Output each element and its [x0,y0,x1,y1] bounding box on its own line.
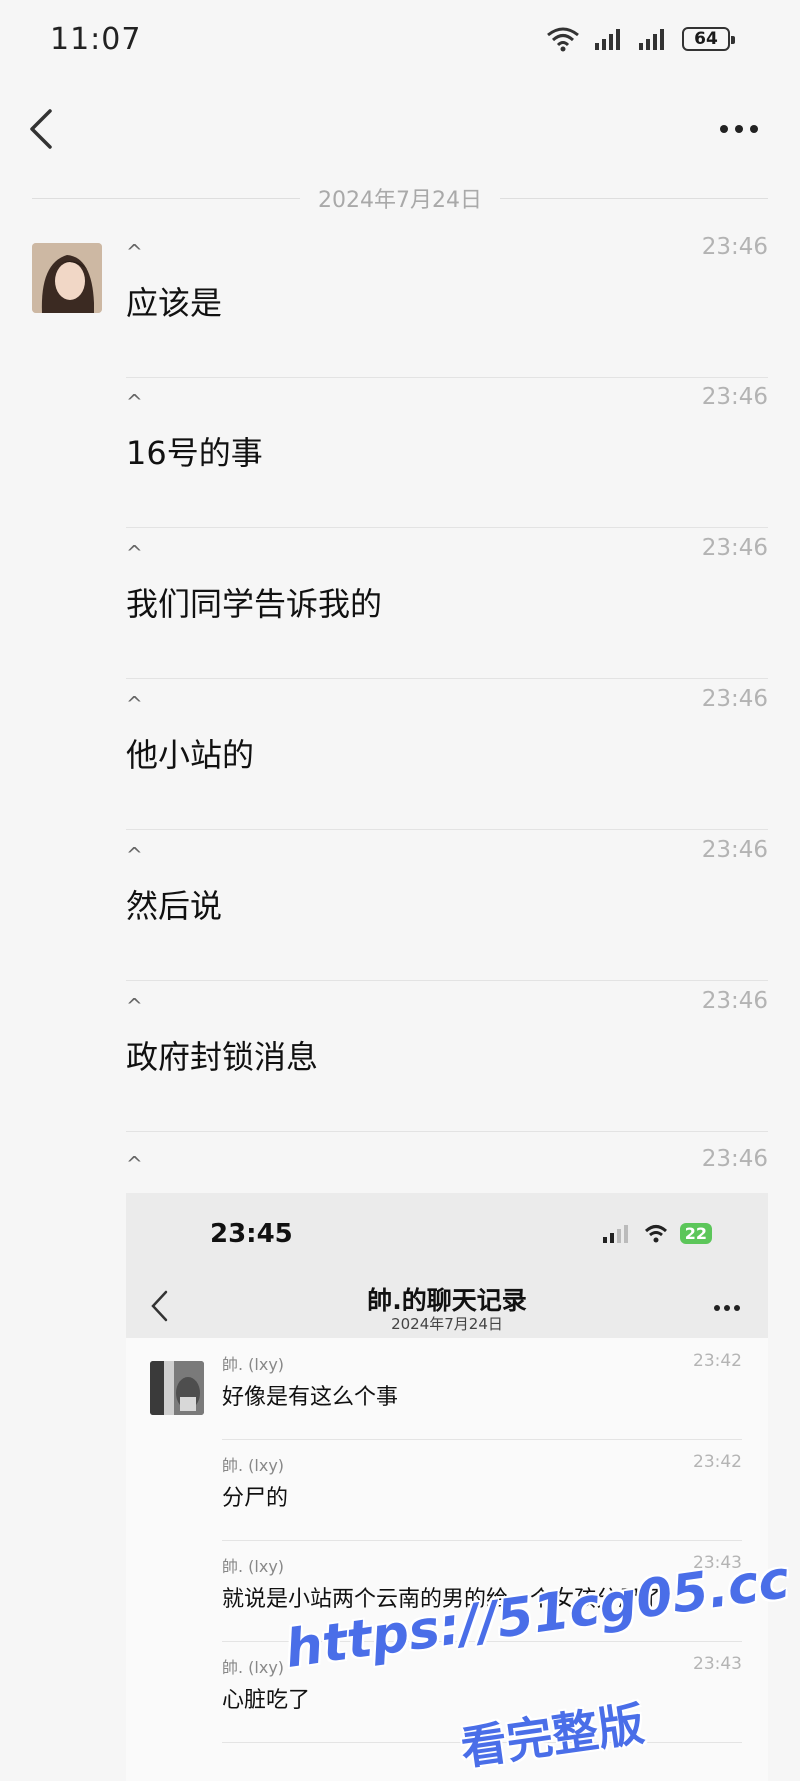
battery-level: 64 [694,29,718,49]
message-content: 我们同学告诉我的 [126,585,383,623]
more-options-icon[interactable] [714,117,764,141]
battery-icon: 64 [682,27,735,51]
screenshot-message-item: 帥. (lxy) 23:42 好像是有这么个事 [222,1339,742,1440]
avatar-image [32,243,102,313]
message-sender: 帥. (lxy) [222,1557,285,1576]
date-label: 2024年7月24日 [318,188,482,213]
message-time: 23:46 [701,535,768,561]
message-sender: ^ [126,240,143,264]
divider-line [500,197,769,199]
more-options-icon [714,1305,740,1311]
message-content: 政府封锁消息 [126,1038,319,1076]
message-time: 23:46 [701,837,768,863]
back-chevron-icon[interactable] [24,107,58,151]
message-time: 23:46 [701,384,768,410]
status-icons: 64 [546,26,735,52]
message-content: 然后说 [126,887,223,925]
message-item[interactable]: ^ 23:46 他小站的 [126,680,768,830]
message-time: 23:46 [701,1146,768,1172]
watermark: https://51cg05.cc 看完整版 [282,1550,793,1776]
message-item[interactable]: ^ 23:46 政府封锁消息 [126,982,768,1132]
message-time: 23:46 [701,988,768,1014]
divider-line [32,197,301,199]
status-time: 11:07 [50,22,142,57]
wifi-icon [547,27,579,52]
screenshot-status-time: 23:45 [210,1219,293,1249]
message-item-image[interactable]: ^ 23:46 [126,1140,768,1190]
message-sender: 帥. (lxy) [222,1658,285,1677]
message-time: 23:42 [693,1452,742,1472]
message-time: 23:42 [693,1351,742,1371]
message-content: 16号的事 [126,434,263,472]
message-content: 分尸的 [222,1486,289,1511]
signal-icon [595,29,620,50]
avatar [150,1361,204,1415]
message-sender: ^ [126,843,143,867]
watermark-caption: 看完整版 [457,1696,648,1776]
avatar-image [150,1361,204,1415]
message-content: 应该是 [126,284,223,322]
message-time: 23:46 [701,686,768,712]
message-item[interactable]: ^ 23:46 我们同学告诉我的 [126,529,768,679]
message-item[interactable]: ^ 23:46 然后说 [126,831,768,981]
screenshot-header: 23:45 22 帥.的聊天记录 2024年7月24日 [126,1193,768,1338]
message-sender: 帥. (lxy) [222,1355,285,1374]
message-item[interactable]: ^ 23:46 16号的事 [126,378,768,528]
status-bar: 11:07 64 [0,0,800,80]
wifi-icon [644,1224,667,1242]
signal-icon [602,1224,628,1243]
screenshot-subtitle: 2024年7月24日 [391,1315,503,1333]
message-sender: ^ [126,692,143,716]
avatar[interactable] [32,243,102,313]
date-divider: 2024年7月24日 [32,180,769,216]
message-sender: ^ [126,390,143,414]
screenshot-status-icons: 22 [602,1223,712,1244]
message-sender: 帥. (lxy) [222,1456,285,1475]
nav-bar [0,95,800,165]
message-content: 他小站的 [126,736,255,774]
signal-icon-2 [639,29,664,50]
message-sender: ^ [126,1152,143,1176]
message-sender: ^ [126,994,143,1018]
message-sender: ^ [126,541,143,565]
message-content: 好像是有这么个事 [222,1385,399,1410]
message-item[interactable]: ^ 23:46 应该是 [126,228,768,378]
screenshot-message-item: 帥. (lxy) 23:42 分尸的 [222,1440,742,1541]
screenshot-title: 帥.的聊天记录 [367,1286,527,1315]
message-time: 23:46 [701,234,768,260]
screenshot-battery: 22 [679,1223,712,1244]
